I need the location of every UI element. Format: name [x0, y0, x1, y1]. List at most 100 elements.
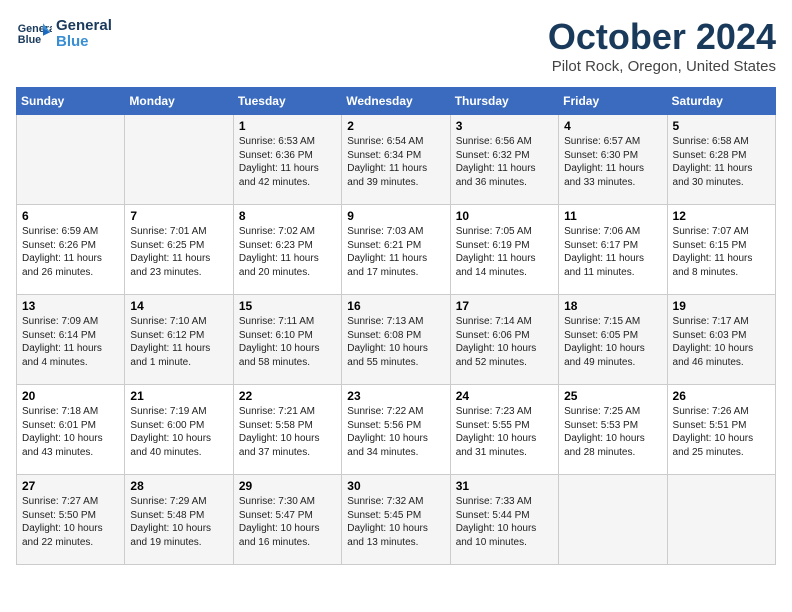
calendar-cell: 23 Sunrise: 7:22 AM Sunset: 5:56 PM Dayli… [342, 385, 450, 475]
day-number: 21 [130, 389, 227, 403]
day-info: Sunrise: 7:29 AM Sunset: 5:48 PM Dayligh… [130, 495, 227, 549]
calendar-cell: 10Sunrise: 7:05 AM Sunset: 6:19 PM Dayli… [450, 205, 558, 295]
calendar-cell: 9 Sunrise: 7:03 AM Sunset: 6:21 PM Daylig… [342, 205, 450, 295]
day-info: Sunrise: 7:23 AM Sunset: 5:55 PM Dayligh… [456, 405, 553, 459]
day-number: 29 [239, 479, 336, 493]
calendar-cell: 4Sunrise: 6:57 AM Sunset: 6:30 PM Daylig… [559, 115, 667, 205]
calendar-cell: 7Sunrise: 7:01 AM Sunset: 6:25 PM Daylig… [125, 205, 233, 295]
day-number: 31 [456, 479, 553, 493]
calendar-cell [559, 475, 667, 565]
calendar-cell: 8Sunrise: 7:02 AM Sunset: 6:23 PM Daylig… [233, 205, 341, 295]
day-info: Sunrise: 7:17 AM Sunset: 6:03 PM Dayligh… [673, 315, 770, 369]
day-number: 7 [130, 209, 227, 223]
day-info: Sunrise: 7:11 AM Sunset: 6:10 PM Dayligh… [239, 315, 336, 369]
day-info: Sunrise: 6:53 AM Sunset: 6:36 PM Dayligh… [239, 135, 336, 189]
day-info: Sunrise: 7:25 AM Sunset: 5:53 PM Dayligh… [564, 405, 661, 459]
calendar-cell: 29Sunrise: 7:30 AM Sunset: 5:47 PM Dayli… [233, 475, 341, 565]
day-info: Sunrise: 7:10 AM Sunset: 6:12 PM Dayligh… [130, 315, 227, 369]
day-info: Sunrise: 6:54 AM Sunset: 6:34 PM Dayligh… [347, 135, 444, 189]
calendar-cell: 20 Sunrise: 7:18 AM Sunset: 6:01 PM Dayli… [17, 385, 125, 475]
day-number: 30 [347, 479, 444, 493]
calendar-cell: 19 Sunrise: 7:17 AM Sunset: 6:03 PM Dayli… [667, 295, 775, 385]
weekday-header-thursday: Thursday [450, 88, 558, 115]
day-number: 13 [22, 299, 119, 313]
day-number: 14 [130, 299, 227, 313]
weekday-header-sunday: Sunday [17, 88, 125, 115]
day-number: 10 [456, 209, 553, 223]
day-number: 3 [456, 119, 553, 133]
calendar-week-2: 6 Sunrise: 6:59 AM Sunset: 6:26 PM Daylig… [17, 205, 776, 295]
day-info: Sunrise: 7:26 AM Sunset: 5:51 PM Dayligh… [673, 405, 770, 459]
day-number: 24 [456, 389, 553, 403]
calendar-cell: 2 Sunrise: 6:54 AM Sunset: 6:34 PM Daylig… [342, 115, 450, 205]
day-info: Sunrise: 7:03 AM Sunset: 6:21 PM Dayligh… [347, 225, 444, 279]
calendar-week-1: 1 Sunrise: 6:53 AM Sunset: 6:36 PM Daylig… [17, 115, 776, 205]
weekday-header-friday: Friday [559, 88, 667, 115]
calendar-week-5: 27Sunrise: 7:27 AM Sunset: 5:50 PM Dayli… [17, 475, 776, 565]
calendar-week-3: 13 Sunrise: 7:09 AM Sunset: 6:14 PM Dayli… [17, 295, 776, 385]
location: Pilot Rock, Oregon, United States [548, 58, 776, 75]
calendar-table: SundayMondayTuesdayWednesdayThursdayFrid… [16, 87, 776, 565]
calendar-cell: 16Sunrise: 7:13 AM Sunset: 6:08 PM Dayli… [342, 295, 450, 385]
calendar-cell [17, 115, 125, 205]
calendar-cell [667, 475, 775, 565]
day-number: 9 [347, 209, 444, 223]
day-info: Sunrise: 7:19 AM Sunset: 6:00 PM Dayligh… [130, 405, 227, 459]
day-info: Sunrise: 6:56 AM Sunset: 6:32 PM Dayligh… [456, 135, 553, 189]
calendar-cell: 27Sunrise: 7:27 AM Sunset: 5:50 PM Dayli… [17, 475, 125, 565]
day-number: 6 [22, 209, 119, 223]
day-number: 28 [130, 479, 227, 493]
day-number: 4 [564, 119, 661, 133]
logo-subtext: Blue [56, 34, 112, 51]
weekday-header-wednesday: Wednesday [342, 88, 450, 115]
day-number: 23 [347, 389, 444, 403]
calendar-cell: 5Sunrise: 6:58 AM Sunset: 6:28 PM Daylig… [667, 115, 775, 205]
calendar-cell: 24 Sunrise: 7:23 AM Sunset: 5:55 PM Dayli… [450, 385, 558, 475]
logo-icon: General Blue [16, 16, 52, 52]
day-info: Sunrise: 7:21 AM Sunset: 5:58 PM Dayligh… [239, 405, 336, 459]
calendar-cell: 22 Sunrise: 7:21 AM Sunset: 5:58 PM Dayli… [233, 385, 341, 475]
logo-text: General [56, 18, 112, 35]
day-info: Sunrise: 7:22 AM Sunset: 5:56 PM Dayligh… [347, 405, 444, 459]
day-number: 22 [239, 389, 336, 403]
calendar-cell [125, 115, 233, 205]
weekday-header-monday: Monday [125, 88, 233, 115]
day-number: 26 [673, 389, 770, 403]
day-number: 20 [22, 389, 119, 403]
day-number: 1 [239, 119, 336, 133]
day-number: 17 [456, 299, 553, 313]
calendar-cell: 25 Sunrise: 7:25 AM Sunset: 5:53 PM Dayli… [559, 385, 667, 475]
day-number: 5 [673, 119, 770, 133]
month-title: October 2024 [548, 16, 776, 58]
calendar-cell: 26 Sunrise: 7:26 AM Sunset: 5:51 PM Dayli… [667, 385, 775, 475]
day-number: 16 [347, 299, 444, 313]
calendar-cell: 14 Sunrise: 7:10 AM Sunset: 6:12 PM Dayli… [125, 295, 233, 385]
day-info: Sunrise: 7:09 AM Sunset: 6:14 PM Dayligh… [22, 315, 119, 369]
calendar-cell: 28 Sunrise: 7:29 AM Sunset: 5:48 PM Dayli… [125, 475, 233, 565]
calendar-cell: 18Sunrise: 7:15 AM Sunset: 6:05 PM Dayli… [559, 295, 667, 385]
day-info: Sunrise: 7:06 AM Sunset: 6:17 PM Dayligh… [564, 225, 661, 279]
day-number: 8 [239, 209, 336, 223]
calendar-cell: 1 Sunrise: 6:53 AM Sunset: 6:36 PM Daylig… [233, 115, 341, 205]
calendar-cell: 30Sunrise: 7:32 AM Sunset: 5:45 PM Dayli… [342, 475, 450, 565]
page-header: General Blue General Blue October 2024 P… [16, 16, 776, 75]
day-number: 11 [564, 209, 661, 223]
day-info: Sunrise: 7:18 AM Sunset: 6:01 PM Dayligh… [22, 405, 119, 459]
calendar-cell: 21 Sunrise: 7:19 AM Sunset: 6:00 PM Dayli… [125, 385, 233, 475]
calendar-cell: 17Sunrise: 7:14 AM Sunset: 6:06 PM Dayli… [450, 295, 558, 385]
calendar-cell: 11 Sunrise: 7:06 AM Sunset: 6:17 PM Dayli… [559, 205, 667, 295]
day-number: 12 [673, 209, 770, 223]
weekday-header-row: SundayMondayTuesdayWednesdayThursdayFrid… [17, 88, 776, 115]
calendar-cell: 15 Sunrise: 7:11 AM Sunset: 6:10 PM Dayli… [233, 295, 341, 385]
calendar-cell: 12Sunrise: 7:07 AM Sunset: 6:15 PM Dayli… [667, 205, 775, 295]
day-info: Sunrise: 6:59 AM Sunset: 6:26 PM Dayligh… [22, 225, 119, 279]
weekday-header-tuesday: Tuesday [233, 88, 341, 115]
calendar-cell: 6 Sunrise: 6:59 AM Sunset: 6:26 PM Daylig… [17, 205, 125, 295]
day-number: 25 [564, 389, 661, 403]
day-number: 2 [347, 119, 444, 133]
day-number: 19 [673, 299, 770, 313]
calendar-week-4: 20 Sunrise: 7:18 AM Sunset: 6:01 PM Dayli… [17, 385, 776, 475]
title-block: October 2024 Pilot Rock, Oregon, United … [548, 16, 776, 75]
day-number: 15 [239, 299, 336, 313]
weekday-header-saturday: Saturday [667, 88, 775, 115]
